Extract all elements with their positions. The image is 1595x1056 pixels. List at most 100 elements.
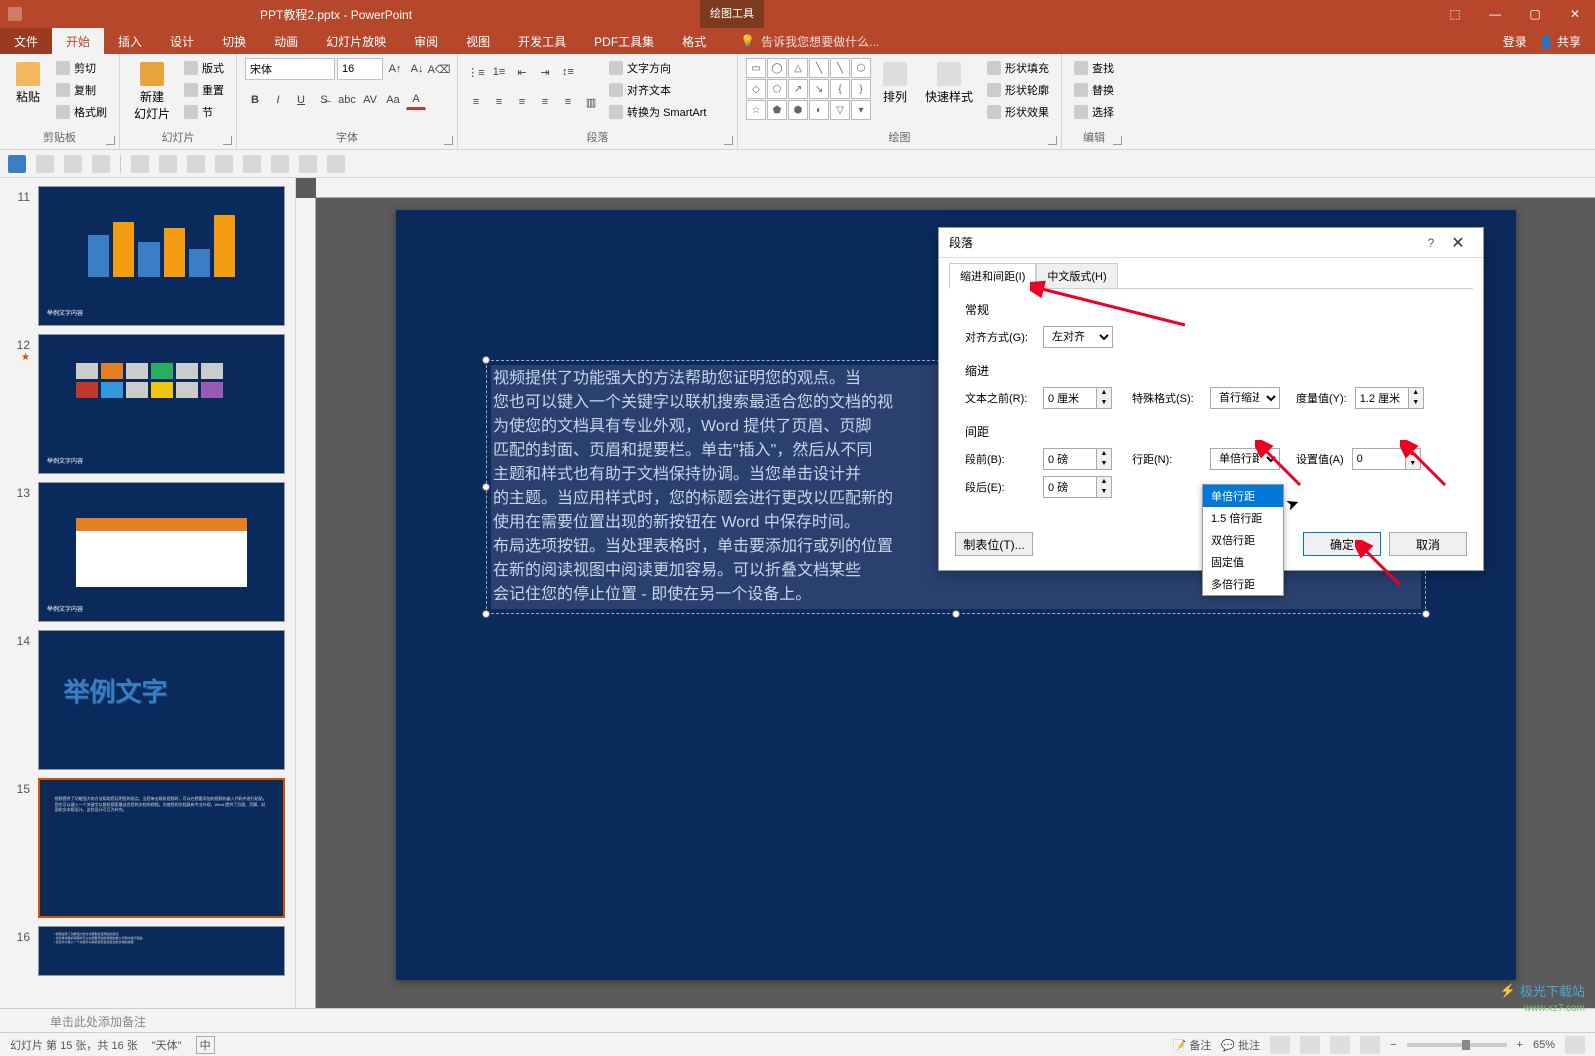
bullets-button[interactable]: ⋮≡ bbox=[466, 62, 486, 82]
select-button[interactable]: 选择 bbox=[1070, 102, 1118, 122]
start-slideshow-icon[interactable] bbox=[92, 155, 110, 173]
dropdown-item-double[interactable]: 双倍行距 bbox=[1203, 529, 1283, 551]
tab-animations[interactable]: 动画 bbox=[260, 28, 312, 54]
shape-fill-button[interactable]: 形状填充 bbox=[983, 58, 1053, 78]
section-button[interactable]: 节 bbox=[180, 102, 228, 122]
underline-button[interactable]: U bbox=[291, 90, 311, 110]
tab-review[interactable]: 审阅 bbox=[400, 28, 452, 54]
clear-format-icon[interactable]: A⌫ bbox=[429, 59, 449, 79]
dropdown-item-multiple[interactable]: 多倍行距 bbox=[1203, 573, 1283, 595]
tab-pdf[interactable]: PDF工具集 bbox=[580, 28, 668, 54]
fit-window-button[interactable] bbox=[1565, 1036, 1585, 1054]
dialog-titlebar[interactable]: 段落 ? ✕ bbox=[939, 228, 1483, 258]
ribbon-options-icon[interactable]: ⬚ bbox=[1435, 0, 1475, 28]
italic-button[interactable]: I bbox=[268, 90, 288, 110]
tab-transitions[interactable]: 切换 bbox=[208, 28, 260, 54]
replace-button[interactable]: 替换 bbox=[1070, 80, 1118, 100]
tabs-button[interactable]: 制表位(T)... bbox=[955, 532, 1033, 556]
spacing-before-spinner[interactable]: ▲▼ bbox=[1043, 448, 1112, 470]
align-right-button[interactable]: ≡ bbox=[512, 92, 532, 112]
dialog-close-button[interactable]: ✕ bbox=[1443, 233, 1473, 253]
special-format-select[interactable]: 首行缩进 bbox=[1210, 387, 1280, 409]
tab-file[interactable]: 文件 bbox=[0, 28, 52, 54]
line-spacing-button[interactable]: ↕≡ bbox=[558, 62, 578, 82]
cut-button[interactable]: 剪切 bbox=[52, 58, 111, 78]
tab-developer[interactable]: 开发工具 bbox=[504, 28, 580, 54]
columns-button[interactable]: ▥ bbox=[581, 92, 601, 112]
arrange-button[interactable]: 排列 bbox=[875, 58, 915, 109]
login-button[interactable]: 登录 bbox=[1503, 33, 1527, 50]
spacing-after-spinner[interactable]: ▲▼ bbox=[1043, 476, 1112, 498]
indent-by-spinner[interactable]: ▲▼ bbox=[1355, 387, 1424, 409]
slideshow-view-button[interactable] bbox=[1360, 1036, 1380, 1054]
undo-icon[interactable] bbox=[36, 155, 54, 173]
qat-icon-6[interactable] bbox=[271, 155, 289, 173]
bold-button[interactable]: B bbox=[245, 90, 265, 110]
qat-icon-1[interactable] bbox=[131, 155, 149, 173]
sorter-view-button[interactable] bbox=[1300, 1036, 1320, 1054]
dropdown-item-fixed[interactable]: 固定值 bbox=[1203, 551, 1283, 573]
zoom-out-button[interactable]: − bbox=[1390, 1039, 1396, 1051]
font-color-button[interactable]: A bbox=[406, 90, 426, 110]
tab-home[interactable]: 开始 bbox=[52, 28, 104, 54]
strikethrough-button[interactable]: S̶ bbox=[314, 90, 334, 110]
indent-before-spinner[interactable]: ▲▼ bbox=[1043, 387, 1112, 409]
font-name-select[interactable] bbox=[245, 58, 335, 80]
save-icon[interactable] bbox=[8, 155, 26, 173]
thumbnail-11[interactable]: 11 举例文字内容 bbox=[0, 182, 295, 330]
copy-button[interactable]: 复制 bbox=[52, 80, 111, 100]
thumbnail-14[interactable]: 14 举例文字 bbox=[0, 626, 295, 774]
smartart-button[interactable]: 转换为 SmartArt bbox=[605, 102, 710, 122]
qat-icon-8[interactable] bbox=[327, 155, 345, 173]
font-size-select[interactable] bbox=[337, 58, 383, 80]
char-spacing-button[interactable]: AV bbox=[360, 90, 380, 110]
distribute-button[interactable]: ≡ bbox=[558, 92, 578, 112]
align-left-button[interactable]: ≡ bbox=[466, 92, 486, 112]
text-direction-button[interactable]: 文字方向 bbox=[605, 58, 710, 78]
layout-button[interactable]: 版式 bbox=[180, 58, 228, 78]
dialog-tab-indent[interactable]: 缩进和间距(I) bbox=[949, 263, 1036, 289]
close-button[interactable]: ✕ bbox=[1555, 0, 1595, 28]
thumbnail-12[interactable]: 12★ 举例文字内容 bbox=[0, 330, 295, 478]
paste-button[interactable]: 粘贴 bbox=[8, 58, 48, 109]
minimize-button[interactable]: — bbox=[1475, 0, 1515, 28]
tell-me-search[interactable]: 💡 告诉我您想要做什么... bbox=[740, 28, 879, 54]
tab-view[interactable]: 视图 bbox=[452, 28, 504, 54]
notes-toggle[interactable]: 📝 备注 bbox=[1173, 1037, 1212, 1053]
reading-view-button[interactable] bbox=[1330, 1036, 1350, 1054]
zoom-in-button[interactable]: + bbox=[1517, 1039, 1523, 1051]
quick-styles-button[interactable]: 快速样式 bbox=[919, 58, 979, 109]
justify-button[interactable]: ≡ bbox=[535, 92, 555, 112]
qat-icon-2[interactable] bbox=[159, 155, 177, 173]
decrease-indent-button[interactable]: ⇤ bbox=[512, 62, 532, 82]
qat-icon-7[interactable] bbox=[299, 155, 317, 173]
qat-icon-3[interactable] bbox=[187, 155, 205, 173]
decrease-font-icon[interactable]: A↓ bbox=[407, 59, 427, 79]
shadow-button[interactable]: abc bbox=[337, 90, 357, 110]
zoom-percent[interactable]: 65% bbox=[1533, 1039, 1555, 1051]
tab-design[interactable]: 设计 bbox=[156, 28, 208, 54]
notes-pane[interactable]: 单击此处添加备注 bbox=[0, 1008, 1595, 1032]
dropdown-item-1-5[interactable]: 1.5 倍行距 bbox=[1203, 507, 1283, 529]
format-painter-button[interactable]: 格式刷 bbox=[52, 102, 111, 122]
increase-indent-button[interactable]: ⇥ bbox=[535, 62, 555, 82]
shape-effects-button[interactable]: 形状效果 bbox=[983, 102, 1053, 122]
reset-button[interactable]: 重置 bbox=[180, 80, 228, 100]
thumbnail-15[interactable]: 15 视频提供了功能强大的方法帮助您证明您的观点。当您单击联机视频时，可以在想要… bbox=[0, 774, 295, 922]
align-text-button[interactable]: 对齐文本 bbox=[605, 80, 710, 100]
thumbnail-16[interactable]: 16 • 视频提供了功能强大的方法帮助您证明您的观点• 当您单击联机视频时可以在… bbox=[0, 922, 295, 980]
new-slide-button[interactable]: 新建 幻灯片 bbox=[128, 58, 176, 126]
change-case-button[interactable]: Aa bbox=[383, 90, 403, 110]
comments-toggle[interactable]: 💬 批注 bbox=[1221, 1037, 1260, 1053]
numbering-button[interactable]: 1≡ bbox=[489, 62, 509, 82]
zoom-slider[interactable] bbox=[1407, 1043, 1507, 1047]
redo-icon[interactable] bbox=[64, 155, 82, 173]
qat-icon-4[interactable] bbox=[215, 155, 233, 173]
thumbnail-13[interactable]: 13 举例文字内容 bbox=[0, 478, 295, 626]
tab-slideshow[interactable]: 幻灯片放映 bbox=[312, 28, 400, 54]
slide-thumbnails-panel[interactable]: 11 举例文字内容 12★ 举例文字内容 13 举例文字内容 14 举例文字 1… bbox=[0, 178, 296, 1008]
increase-font-icon[interactable]: A↑ bbox=[385, 59, 405, 79]
align-center-button[interactable]: ≡ bbox=[489, 92, 509, 112]
tab-insert[interactable]: 插入 bbox=[104, 28, 156, 54]
shapes-gallery[interactable]: ▭◯△╲╲⬡ ◇⬠↗↘{} ☆⬟⬢◐▽▾ bbox=[746, 58, 871, 120]
